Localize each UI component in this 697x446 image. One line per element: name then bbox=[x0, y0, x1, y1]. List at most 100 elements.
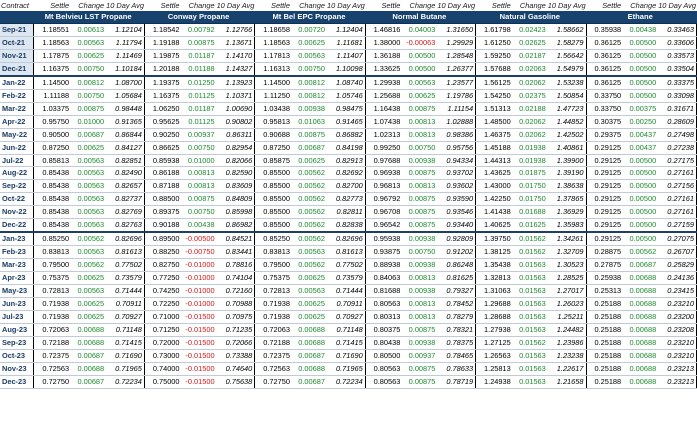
change-cell: 0.02625 bbox=[512, 36, 548, 50]
settle-cell: 1.19875 bbox=[143, 49, 182, 63]
avg-cell: 0.27159 bbox=[658, 218, 697, 234]
avg-cell: 0.70975 bbox=[216, 310, 255, 324]
avg-cell: 0.73579 bbox=[106, 271, 145, 286]
settle-header: Settle bbox=[381, 1, 401, 10]
avg-cell: 0.84198 bbox=[326, 141, 366, 155]
avg-cell: 0.84521 bbox=[216, 232, 255, 247]
avg-cell: 0.71690 bbox=[326, 349, 366, 363]
change-cell: 0.00688 bbox=[71, 362, 107, 376]
change-cell: 0.00500 bbox=[623, 218, 659, 234]
change-cell: 0.00563 bbox=[71, 154, 107, 168]
settle-cell: 0.77250 bbox=[143, 271, 182, 286]
avg-cell: 1.27017 bbox=[547, 284, 586, 299]
avg-cell: 1.12104 bbox=[106, 23, 145, 37]
table-row: Jul-22 0.85813 0.00563 0.82851 0.85938 0.0100… bbox=[0, 154, 697, 168]
contract-month: Nov-23 bbox=[0, 362, 34, 376]
settle-cell: 0.86625 bbox=[143, 141, 182, 155]
avg-cell: 1.26377 bbox=[437, 62, 476, 77]
avg-header: 10 Day Avg bbox=[547, 1, 586, 10]
avg-cell: 1.53238 bbox=[547, 75, 586, 90]
change-cell: 0.00562 bbox=[623, 245, 659, 260]
change-cell: 0.00500 bbox=[623, 75, 659, 90]
change-cell: 0.00688 bbox=[623, 297, 659, 311]
change-cell: 0.00688 bbox=[71, 323, 107, 337]
avg-cell: 0.77502 bbox=[106, 258, 145, 273]
change-cell: 0.00688 bbox=[291, 362, 327, 376]
contract-month: Sep-22 bbox=[0, 179, 34, 194]
change-cell: 0.00875 bbox=[291, 128, 327, 142]
contract-month: Mar-22 bbox=[0, 102, 34, 116]
settle-cell: 1.43625 bbox=[475, 166, 513, 181]
settle-cell: 1.45188 bbox=[475, 141, 513, 155]
change-cell: 0.00438 bbox=[623, 23, 659, 37]
avg-cell: 1.29929 bbox=[437, 36, 476, 50]
change-cell: 0.00938 bbox=[402, 258, 438, 273]
avg-cell: 1.26023 bbox=[547, 297, 586, 311]
avg-cell: 0.71148 bbox=[326, 323, 366, 337]
settle-cell: 0.85938 bbox=[143, 154, 182, 168]
settle-cell: 0.72813 bbox=[33, 284, 72, 299]
change-cell: -0.00750 bbox=[181, 245, 217, 260]
avg-cell: 0.27498 bbox=[658, 128, 697, 142]
contract-month: May-22 bbox=[0, 128, 34, 142]
change-cell: 0.00562 bbox=[291, 192, 327, 207]
change-cell: 0.00625 bbox=[291, 271, 327, 286]
avg-cell: 0.95756 bbox=[437, 141, 476, 155]
table-row: Sep-21 1.18551 0.00613 1.12104 1.18542 0.0079… bbox=[0, 23, 697, 37]
avg-cell: 0.27156 bbox=[658, 179, 697, 194]
avg-cell: 0.71965 bbox=[326, 362, 366, 376]
avg-cell: 1.42502 bbox=[547, 128, 586, 142]
settle-cell: 0.93875 bbox=[364, 245, 403, 260]
avg-cell: 0.82811 bbox=[326, 205, 366, 220]
change-cell: 0.00813 bbox=[181, 179, 217, 194]
settle-cell: 0.36125 bbox=[585, 49, 624, 63]
avg-cell: 0.23210 bbox=[658, 336, 697, 350]
settle-cell: 0.95625 bbox=[143, 115, 182, 129]
change-header: Change bbox=[188, 1, 215, 10]
avg-cell: 0.27175 bbox=[658, 154, 697, 168]
product-header: Mt Bel EPC Propane bbox=[254, 11, 366, 24]
settle-cell: 0.85813 bbox=[33, 154, 72, 168]
change-cell: 0.00813 bbox=[402, 271, 438, 286]
table-row: Mar-22 1.03375 0.00875 0.98448 1.06250 0.0118… bbox=[0, 102, 697, 116]
change-cell: 0.00750 bbox=[402, 245, 438, 260]
avg-cell: 0.78452 bbox=[437, 297, 476, 311]
avg-cell: 0.33573 bbox=[658, 49, 697, 63]
avg-cell: 0.83609 bbox=[216, 179, 255, 194]
settle-cell: 0.85500 bbox=[254, 179, 292, 194]
avg-cell: 1.11407 bbox=[326, 49, 366, 63]
settle-cell: 0.89500 bbox=[143, 232, 182, 247]
settle-cell: 0.85500 bbox=[254, 166, 292, 181]
settle-cell: 0.29125 bbox=[585, 141, 624, 155]
settle-cell: 1.18563 bbox=[254, 36, 292, 50]
product-header-row: Mt Belvieu LST Propane Conway Propane Mt B… bbox=[0, 11, 697, 24]
avg-cell: 0.79327 bbox=[437, 284, 476, 299]
change-cell: 0.00625 bbox=[291, 297, 327, 311]
avg-cell: 0.71235 bbox=[216, 323, 255, 337]
settle-cell: 0.80375 bbox=[364, 323, 403, 337]
settle-cell: 1.54250 bbox=[475, 89, 513, 103]
change-cell: 0.00563 bbox=[71, 166, 107, 181]
settle-cell: 0.72563 bbox=[254, 362, 292, 376]
price-sheet: Contract Settle Change 10 Day Avg Settle Chan… bbox=[0, 0, 697, 446]
avg-cell: 1.19786 bbox=[437, 89, 476, 103]
avg-cell: 1.14327 bbox=[216, 62, 255, 77]
settle-cell: 1.36188 bbox=[364, 49, 403, 63]
change-cell: 0.00375 bbox=[623, 102, 659, 116]
contract-month: Aug-22 bbox=[0, 166, 34, 181]
settle-cell: 1.59250 bbox=[475, 49, 513, 63]
settle-cell: 0.79500 bbox=[254, 258, 292, 273]
settle-cell: 0.71250 bbox=[143, 323, 182, 337]
settle-cell: 1.46816 bbox=[364, 23, 403, 37]
settle-cell: 1.27938 bbox=[475, 323, 513, 337]
settle-cell: 1.44313 bbox=[475, 154, 513, 168]
change-cell: 0.01562 bbox=[512, 336, 548, 350]
avg-cell: 0.86882 bbox=[326, 128, 366, 142]
change-cell: 0.00750 bbox=[71, 62, 107, 77]
settle-cell: 0.71938 bbox=[254, 310, 292, 324]
settle-cell: 0.84063 bbox=[364, 271, 403, 286]
avg-cell: 0.23415 bbox=[658, 284, 697, 299]
avg-cell: 0.93440 bbox=[437, 218, 476, 234]
avg-cell: 0.70927 bbox=[326, 310, 366, 324]
change-cell: 0.00688 bbox=[291, 323, 327, 337]
